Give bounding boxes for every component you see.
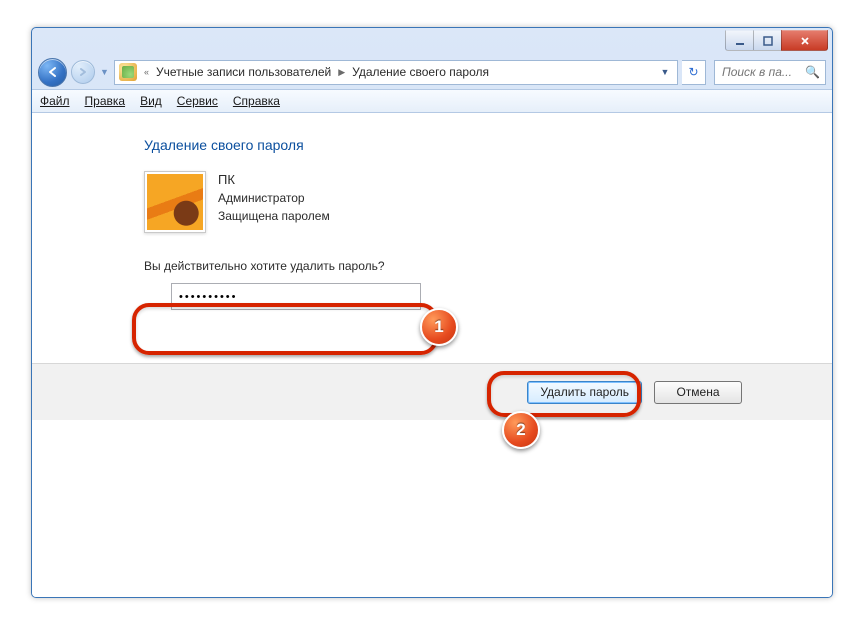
search-input[interactable] xyxy=(720,64,803,80)
page-title: Удаление своего пароля xyxy=(144,137,832,153)
navigation-bar: ▼ « Учетные записи пользователей ▶ Удале… xyxy=(32,55,832,89)
avatar-image xyxy=(147,174,203,230)
close-button[interactable] xyxy=(781,30,828,51)
confirm-prompt: Вы действительно хотите удалить пароль? xyxy=(144,259,832,273)
breadcrumb-segment-delete-password[interactable]: Удаление своего пароля xyxy=(352,65,489,79)
menu-bar: Файл Правка Вид Сервис Справка xyxy=(32,89,832,113)
password-field-wrap xyxy=(171,283,421,310)
breadcrumb-segment-accounts[interactable]: Учетные записи пользователей xyxy=(156,65,331,79)
forward-arrow-icon xyxy=(78,67,88,77)
refresh-button[interactable]: ↻ xyxy=(682,60,706,85)
menu-tools[interactable]: Сервис xyxy=(177,94,218,108)
user-info: ПК Администратор Защищена паролем xyxy=(218,171,330,225)
current-password-input[interactable] xyxy=(171,283,421,310)
forward-button[interactable] xyxy=(71,60,95,84)
chevron-left-icon: « xyxy=(139,67,154,77)
title-bar[interactable] xyxy=(32,28,832,55)
maximize-icon xyxy=(764,37,772,45)
chevron-right-icon: ▶ xyxy=(333,67,350,78)
control-panel-window: ▼ « Учетные записи пользователей ▶ Удале… xyxy=(31,27,833,598)
back-button[interactable] xyxy=(38,58,67,87)
minimize-button[interactable] xyxy=(725,30,754,51)
minimize-icon xyxy=(736,43,744,45)
back-arrow-icon xyxy=(47,66,59,78)
address-dropdown-icon[interactable]: ▼ xyxy=(657,67,673,77)
user-summary: ПК Администратор Защищена паролем xyxy=(144,171,832,233)
close-icon xyxy=(800,36,810,46)
user-role-label: Администратор xyxy=(218,189,330,207)
address-breadcrumb[interactable]: « Учетные записи пользователей ▶ Удалени… xyxy=(114,60,678,85)
annotation-badge-1: 1 xyxy=(420,308,458,346)
annotation-rect-1 xyxy=(132,303,438,355)
menu-edit[interactable]: Правка xyxy=(85,94,126,108)
user-avatar xyxy=(144,171,206,233)
button-bar: Удалить пароль Отмена xyxy=(32,363,832,420)
menu-help[interactable]: Справка xyxy=(233,94,280,108)
user-name-label: ПК xyxy=(218,171,330,189)
cancel-button[interactable]: Отмена xyxy=(654,381,742,404)
delete-password-button[interactable]: Удалить пароль xyxy=(527,381,642,404)
history-dropdown[interactable]: ▼ xyxy=(99,63,110,81)
refresh-icon: ↻ xyxy=(688,65,698,79)
content-area: Удаление своего пароля ПК Администратор … xyxy=(32,113,832,597)
caption-button-group xyxy=(726,30,828,49)
control-panel-icon xyxy=(119,63,137,81)
search-box[interactable]: 🔍 xyxy=(714,60,826,85)
menu-view[interactable]: Вид xyxy=(140,94,162,108)
user-protection-label: Защищена паролем xyxy=(218,207,330,225)
maximize-button[interactable] xyxy=(753,30,782,51)
menu-file[interactable]: Файл xyxy=(40,94,70,108)
search-icon: 🔍 xyxy=(805,65,820,79)
